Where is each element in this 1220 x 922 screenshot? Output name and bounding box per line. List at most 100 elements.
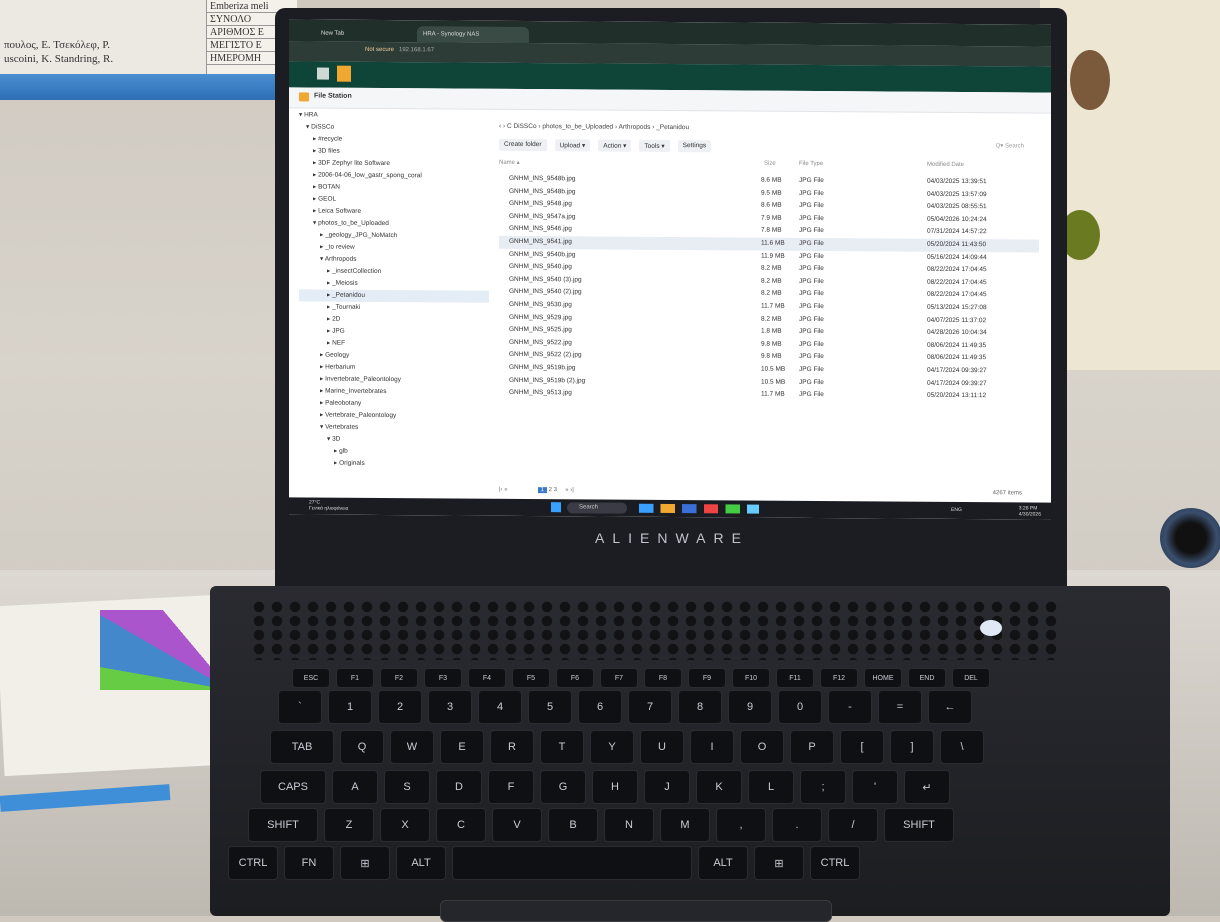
search-input[interactable]: Q▾ Search bbox=[996, 142, 1024, 149]
tab-synology[interactable]: HRA - Synology NAS bbox=[417, 26, 529, 44]
pager-page[interactable]: 3 bbox=[554, 487, 557, 493]
weather-widget[interactable]: 27°C Γενικά ηλιοφάνεια bbox=[309, 499, 348, 511]
keyboard-key[interactable]: ; bbox=[800, 770, 846, 804]
file-row[interactable]: GNHM_INS_9513.jpg 11.7 MB JPG File 05/20/20… bbox=[499, 387, 1039, 403]
keyboard-key[interactable]: P bbox=[790, 730, 834, 764]
keyboard-key[interactable]: ALT bbox=[698, 846, 748, 880]
keyboard-key[interactable]: SHIFT bbox=[884, 808, 954, 842]
keyboard-key[interactable]: 7 bbox=[628, 690, 672, 724]
keyboard-key[interactable]: F bbox=[488, 770, 534, 804]
keyboard-key[interactable]: T bbox=[540, 730, 584, 764]
tree-item[interactable]: ▾ 3D bbox=[299, 433, 489, 446]
column-type[interactable]: File Type bbox=[799, 161, 823, 167]
keyboard-key[interactable]: CTRL bbox=[810, 846, 860, 880]
breadcrumb[interactable]: ‹ › C DiSSCo › photos_to_be_Uploaded › A… bbox=[499, 123, 689, 131]
keyboard-key[interactable]: = bbox=[878, 690, 922, 724]
touchpad[interactable] bbox=[440, 900, 832, 922]
keyboard-key[interactable]: ⊞ bbox=[340, 846, 390, 880]
keyboard-key[interactable]: O bbox=[740, 730, 784, 764]
keyboard-key[interactable]: E bbox=[440, 730, 484, 764]
keyboard-key[interactable]: U bbox=[640, 730, 684, 764]
tab-new-tab[interactable]: New Tab bbox=[315, 26, 407, 43]
keyboard-key[interactable]: Z bbox=[324, 808, 374, 842]
keyboard-key[interactable]: V bbox=[492, 808, 542, 842]
pager-page-current[interactable]: 1 bbox=[537, 487, 547, 494]
taskbar-clock[interactable]: 3:28 PM 4/30/2026 bbox=[1019, 505, 1041, 517]
keyboard-key[interactable]: HOME bbox=[864, 668, 902, 688]
keyboard-key[interactable]: , bbox=[716, 808, 766, 842]
pager-prev[interactable]: |‹ « bbox=[499, 487, 508, 493]
keyboard-key[interactable]: 1 bbox=[328, 690, 372, 724]
keyboard-key[interactable]: X bbox=[380, 808, 430, 842]
keyboard-key[interactable]: 8 bbox=[678, 690, 722, 724]
keyboard-key[interactable]: R bbox=[490, 730, 534, 764]
keyboard-key[interactable]: 0 bbox=[778, 690, 822, 724]
keyboard-key[interactable]: . bbox=[772, 808, 822, 842]
keyboard-key[interactable]: F4 bbox=[468, 668, 506, 688]
keyboard-key[interactable]: F3 bbox=[424, 668, 462, 688]
keyboard-key[interactable]: 2 bbox=[378, 690, 422, 724]
keyboard-key[interactable]: W bbox=[390, 730, 434, 764]
pager-next[interactable]: » ›| bbox=[565, 487, 574, 493]
keyboard-key[interactable]: ` bbox=[278, 690, 322, 724]
taskbar-app-icons[interactable] bbox=[639, 503, 759, 514]
power-button[interactable] bbox=[980, 620, 1002, 636]
upload-button[interactable]: Upload ▾ bbox=[554, 139, 591, 152]
keyboard-key[interactable]: B bbox=[548, 808, 598, 842]
keyboard-key[interactable]: F2 bbox=[380, 668, 418, 688]
keyboard-key[interactable]: D bbox=[436, 770, 482, 804]
keyboard-key[interactable]: ← bbox=[928, 690, 972, 724]
keyboard-key[interactable]: F9 bbox=[688, 668, 726, 688]
tools-button[interactable]: Tools ▾ bbox=[639, 139, 670, 152]
keyboard-key[interactable]: TAB bbox=[270, 730, 334, 764]
settings-button[interactable]: Settings bbox=[677, 140, 712, 153]
keyboard-key[interactable]: G bbox=[540, 770, 586, 804]
keyboard-key[interactable]: K bbox=[696, 770, 742, 804]
keyboard-key[interactable]: L bbox=[748, 770, 794, 804]
create-folder-button[interactable]: Create folder bbox=[499, 138, 547, 152]
keyboard-key[interactable]: END bbox=[908, 668, 946, 688]
keyboard-key[interactable]: CAPS bbox=[260, 770, 326, 804]
keyboard-key[interactable]: F7 bbox=[600, 668, 638, 688]
keyboard-key[interactable]: 9 bbox=[728, 690, 772, 724]
taskbar-search[interactable]: Search bbox=[567, 502, 627, 514]
column-name[interactable]: Name ▴ bbox=[499, 159, 520, 166]
main-menu-icon[interactable] bbox=[317, 67, 329, 80]
keyboard-key[interactable]: 3 bbox=[428, 690, 472, 724]
keyboard-key[interactable]: FN bbox=[284, 846, 334, 880]
keyboard-key[interactable]: J bbox=[644, 770, 690, 804]
keyboard-key[interactable]: F10 bbox=[732, 668, 770, 688]
column-modified[interactable]: Modified Date bbox=[927, 162, 964, 168]
keyboard-key[interactable]: S bbox=[384, 770, 430, 804]
keyboard-key[interactable]: Y bbox=[590, 730, 634, 764]
keyboard-key[interactable]: F6 bbox=[556, 668, 594, 688]
tree-item[interactable]: ▸ Originals bbox=[299, 457, 489, 470]
start-icon[interactable] bbox=[551, 502, 561, 513]
keyboard-key[interactable]: [ bbox=[840, 730, 884, 764]
keyboard-key[interactable]: ESC bbox=[292, 668, 330, 688]
keyboard-key[interactable]: A bbox=[332, 770, 378, 804]
keyboard-key[interactable]: ↵ bbox=[904, 770, 950, 804]
keyboard-key[interactable]: F5 bbox=[512, 668, 550, 688]
keyboard-key[interactable]: Q bbox=[340, 730, 384, 764]
keyboard-key[interactable]: SHIFT bbox=[248, 808, 318, 842]
keyboard-key[interactable]: C bbox=[436, 808, 486, 842]
keyboard-key[interactable]: N bbox=[604, 808, 654, 842]
url-text[interactable]: 192.168.1.67 bbox=[399, 47, 434, 53]
keyboard-key[interactable]: F12 bbox=[820, 668, 858, 688]
keyboard-key[interactable]: - bbox=[828, 690, 872, 724]
keyboard-key[interactable]: ⊞ bbox=[754, 846, 804, 880]
keyboard-key[interactable]: H bbox=[592, 770, 638, 804]
keyboard-key[interactable]: ALT bbox=[396, 846, 446, 880]
keyboard-key[interactable]: ' bbox=[852, 770, 898, 804]
keyboard-key[interactable]: F8 bbox=[644, 668, 682, 688]
keyboard-key[interactable] bbox=[452, 846, 692, 880]
keyboard-key[interactable]: F11 bbox=[776, 668, 814, 688]
column-size[interactable]: Size bbox=[764, 161, 776, 167]
language-indicator[interactable]: ENG bbox=[951, 507, 962, 513]
keyboard-key[interactable]: I bbox=[690, 730, 734, 764]
keyboard-key[interactable]: DEL bbox=[952, 668, 990, 688]
keyboard-key[interactable]: CTRL bbox=[228, 846, 278, 880]
file-station-icon[interactable] bbox=[337, 65, 351, 82]
pager-page[interactable]: 2 bbox=[549, 487, 552, 493]
